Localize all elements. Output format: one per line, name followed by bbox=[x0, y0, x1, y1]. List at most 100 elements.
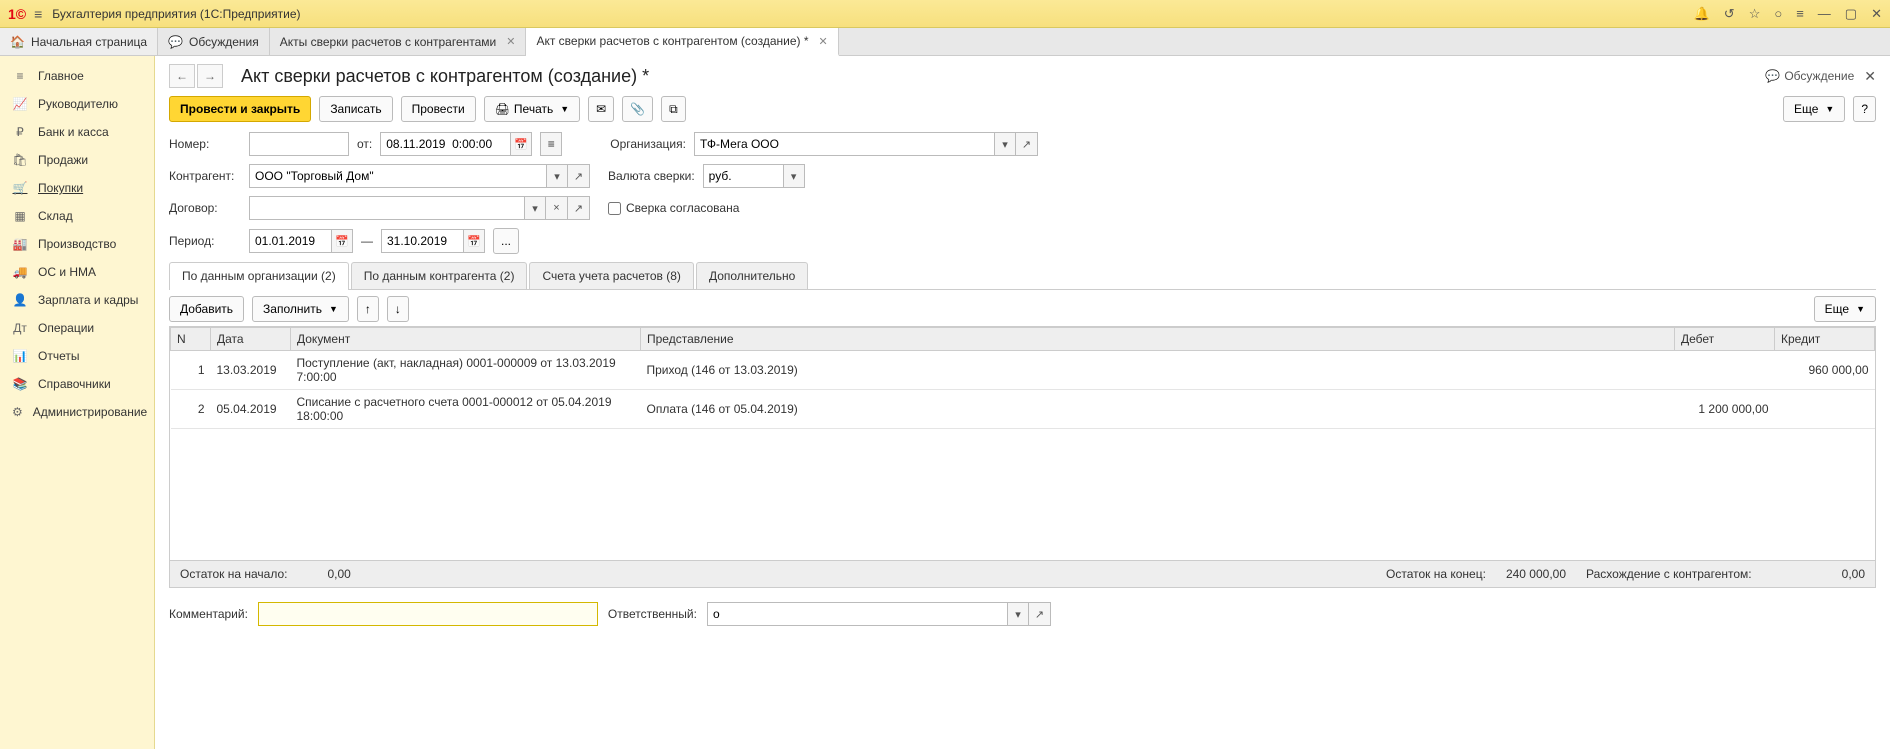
date-extra-button[interactable]: ≡ bbox=[540, 132, 562, 156]
date-input[interactable] bbox=[380, 132, 510, 156]
sidebar-item-catalogs[interactable]: 📚Справочники bbox=[0, 370, 154, 398]
responsible-input[interactable] bbox=[707, 602, 1007, 626]
move-up-button[interactable]: ↑ bbox=[357, 296, 379, 322]
cell-n: 1 bbox=[171, 351, 211, 390]
more-button[interactable]: Еще▼ bbox=[1783, 96, 1845, 122]
dogovor-input[interactable] bbox=[249, 196, 524, 220]
col-date[interactable]: Дата bbox=[211, 328, 291, 351]
calendar-icon[interactable]: 📅 bbox=[463, 229, 485, 253]
dropdown-icon[interactable]: ▾ bbox=[546, 164, 568, 188]
kontragent-input[interactable] bbox=[249, 164, 546, 188]
nav-forward-button[interactable]: → bbox=[197, 64, 223, 88]
help-button[interactable]: ? bbox=[1853, 96, 1876, 122]
number-input[interactable] bbox=[249, 132, 349, 156]
minimize-icon[interactable]: — bbox=[1818, 6, 1831, 21]
calendar-icon[interactable]: 📅 bbox=[510, 132, 532, 156]
open-icon[interactable]: ↗ bbox=[568, 196, 590, 220]
sidebar-item-purchases[interactable]: 🛒Покупки bbox=[0, 174, 154, 202]
col-repr[interactable]: Представление bbox=[641, 328, 1675, 351]
post-and-close-button[interactable]: Провести и закрыть bbox=[169, 96, 311, 122]
save-button[interactable]: Записать bbox=[319, 96, 392, 122]
user-icon: 👤 bbox=[12, 293, 28, 307]
sidebar-item-warehouse[interactable]: ▦Склад bbox=[0, 202, 154, 230]
subtab-kontragent-data[interactable]: По данным контрагента (2) bbox=[351, 262, 528, 289]
sidebar-item-reports[interactable]: 📊Отчеты bbox=[0, 342, 154, 370]
data-table[interactable]: N Дата Документ Представление Дебет Кред… bbox=[169, 326, 1876, 561]
sidebar-item-main[interactable]: ≡Главное bbox=[0, 62, 154, 90]
dropdown-icon[interactable]: ▾ bbox=[1007, 602, 1029, 626]
email-button[interactable]: ✉ bbox=[588, 96, 614, 122]
sidebar-item-admin[interactable]: ⚙Администрирование bbox=[0, 398, 154, 426]
maximize-icon[interactable]: ▢ bbox=[1845, 6, 1857, 22]
dropdown-icon[interactable]: ▾ bbox=[524, 196, 546, 220]
cell-doc: Списание с расчетного счета 0001-000012 … bbox=[291, 390, 641, 429]
dropdown-icon[interactable]: ▾ bbox=[783, 164, 805, 188]
sidebar-item-salary[interactable]: 👤Зарплата и кадры bbox=[0, 286, 154, 314]
table-row[interactable]: 2 05.04.2019 Списание с расчетного счета… bbox=[171, 390, 1875, 429]
move-down-button[interactable]: ↓ bbox=[387, 296, 409, 322]
subtab-accounts[interactable]: Счета учета расчетов (8) bbox=[529, 262, 693, 289]
post-button[interactable]: Провести bbox=[401, 96, 476, 122]
clear-icon[interactable]: × bbox=[546, 196, 568, 220]
col-doc[interactable]: Документ bbox=[291, 328, 641, 351]
sidebar-item-manager[interactable]: 📈Руководителю bbox=[0, 90, 154, 118]
open-icon[interactable]: ↗ bbox=[1029, 602, 1051, 626]
hamburger-icon[interactable]: ≡ bbox=[34, 6, 42, 22]
sverka-agreed-checkbox[interactable] bbox=[608, 202, 621, 215]
open-icon[interactable]: ↗ bbox=[1016, 132, 1038, 156]
tab-discuss[interactable]: 💬 Обсуждения bbox=[158, 28, 270, 55]
close-form-icon[interactable]: ✕ bbox=[1864, 68, 1876, 85]
org-input[interactable] bbox=[694, 132, 994, 156]
dropdown-icon[interactable]: ▾ bbox=[994, 132, 1016, 156]
add-row-button[interactable]: Добавить bbox=[169, 296, 244, 322]
cell-credit bbox=[1775, 390, 1875, 429]
currency-label: Валюта сверки: bbox=[608, 169, 695, 183]
fill-button[interactable]: Заполнить▼ bbox=[252, 296, 349, 322]
star-icon[interactable]: ☆ bbox=[1749, 6, 1761, 22]
nav-back-button[interactable]: ← bbox=[169, 64, 195, 88]
currency-input[interactable] bbox=[703, 164, 783, 188]
sidebar-label: Руководителю bbox=[38, 97, 118, 111]
sidebar-item-os-nma[interactable]: 🚚ОС и НМА bbox=[0, 258, 154, 286]
tab-close-icon[interactable]: ✕ bbox=[819, 35, 828, 48]
bell-icon[interactable]: 🔔 bbox=[1694, 6, 1710, 22]
tab-close-icon[interactable]: ✕ bbox=[506, 35, 515, 48]
balance-end-label: Остаток на конец: bbox=[1386, 567, 1486, 581]
cell-date: 05.04.2019 bbox=[211, 390, 291, 429]
content: ← → Акт сверки расчетов с контрагентом (… bbox=[155, 56, 1890, 749]
related-button[interactable]: ⧉ bbox=[661, 96, 686, 122]
period-from-input[interactable] bbox=[249, 229, 331, 253]
calendar-icon[interactable]: 📅 bbox=[331, 229, 353, 253]
cell-date: 13.03.2019 bbox=[211, 351, 291, 390]
period-select-button[interactable]: ... bbox=[493, 228, 519, 254]
period-to-input[interactable] bbox=[381, 229, 463, 253]
sidebar-item-production[interactable]: 🏭Производство bbox=[0, 230, 154, 258]
history-icon[interactable]: ↺ bbox=[1724, 6, 1735, 22]
sidebar-item-operations[interactable]: ДтОперации bbox=[0, 314, 154, 342]
table-more-button[interactable]: Еще▼ bbox=[1814, 296, 1876, 322]
comment-input[interactable] bbox=[258, 602, 598, 626]
subtab-additional[interactable]: Дополнительно bbox=[696, 262, 808, 289]
truck-icon: 🚚 bbox=[12, 265, 28, 279]
col-n[interactable]: N bbox=[171, 328, 211, 351]
attach-button[interactable]: 📎 bbox=[622, 96, 653, 122]
subtab-org-data[interactable]: По данным организации (2) bbox=[169, 262, 349, 289]
envelope-icon: ✉ bbox=[596, 102, 606, 116]
col-debit[interactable]: Дебет bbox=[1675, 328, 1775, 351]
open-icon[interactable]: ↗ bbox=[568, 164, 590, 188]
balance-end-value: 240 000,00 bbox=[1506, 567, 1566, 581]
table-row[interactable]: 1 13.03.2019 Поступление (акт, накладная… bbox=[171, 351, 1875, 390]
filter-icon[interactable]: ≡ bbox=[1796, 6, 1804, 21]
tab-home[interactable]: 🏠 Начальная страница bbox=[0, 28, 158, 55]
tab-acts-list[interactable]: Акты сверки расчетов с контрагентами ✕ bbox=[270, 28, 527, 55]
discuss-icon: 💬 bbox=[168, 35, 183, 49]
close-window-icon[interactable]: ✕ bbox=[1871, 6, 1882, 22]
print-button[interactable]: 🖨Печать▼ bbox=[484, 96, 580, 122]
kontragent-label: Контрагент: bbox=[169, 169, 241, 183]
dot-icon[interactable]: ○ bbox=[1774, 6, 1782, 21]
discuss-link[interactable]: 💬 Обсуждение bbox=[1765, 69, 1854, 83]
sidebar-item-bank[interactable]: ₽Банк и касса bbox=[0, 118, 154, 146]
col-credit[interactable]: Кредит bbox=[1775, 328, 1875, 351]
tab-act-create[interactable]: Акт сверки расчетов с контрагентом (созд… bbox=[526, 28, 838, 56]
sidebar-item-sales[interactable]: 🛍Продажи bbox=[0, 146, 154, 174]
